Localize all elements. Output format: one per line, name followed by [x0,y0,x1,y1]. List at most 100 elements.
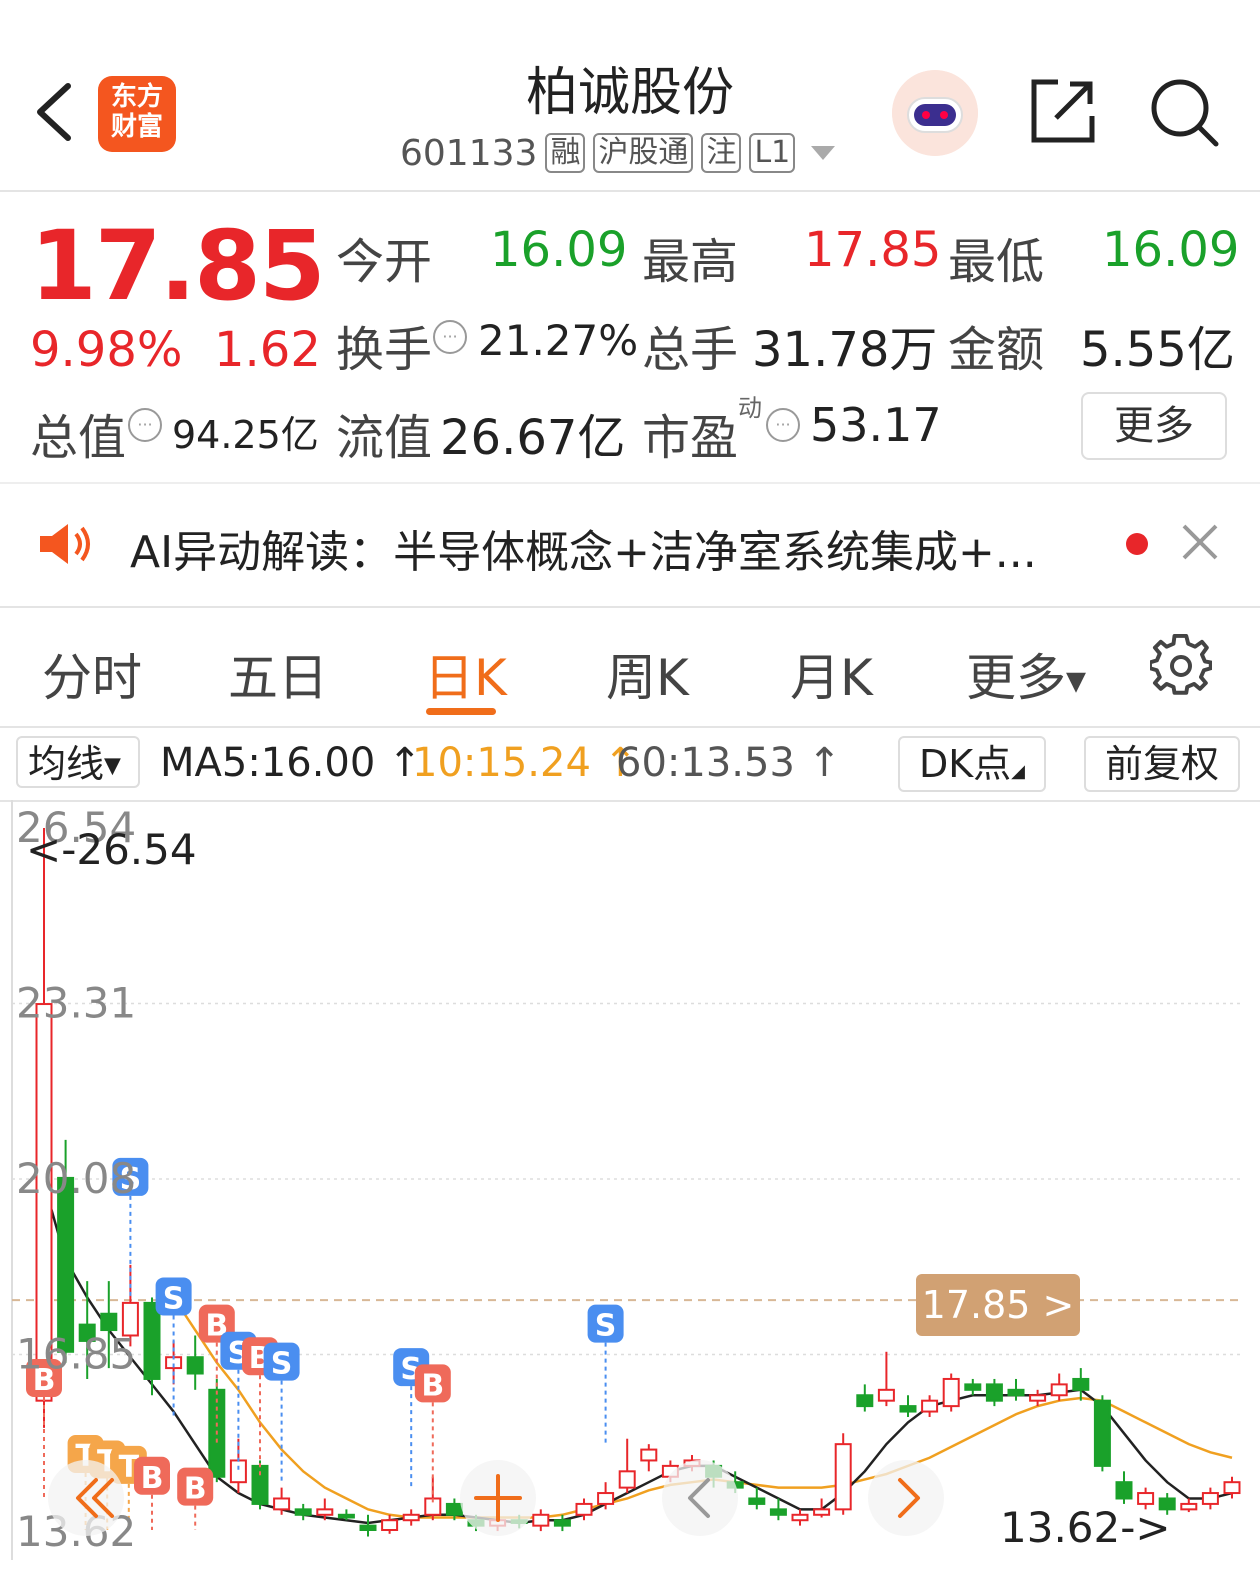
candle-body [575,1502,593,1516]
candle [985,1378,1003,1407]
tab-five-day[interactable]: 五日 [228,638,328,710]
marker-label: S [595,1309,617,1344]
ma-selector[interactable]: 均线▼ [16,736,140,788]
logo-text-1: 东方 [110,82,163,112]
nav-button-bg [662,1460,738,1536]
candle-body [942,1377,960,1408]
open-label: 今开 [336,234,433,290]
candle-body [1180,1502,1198,1511]
chevron-left-icon[interactable] [662,1460,738,1536]
info-icon[interactable]: ··· [128,408,162,442]
crosshair-icon[interactable] [460,1460,536,1536]
adjust-button[interactable]: 前复权 [1084,736,1240,792]
candle [532,1509,550,1532]
turnover-label: 换手 [336,322,433,378]
mktcap-label: 总值 [30,410,127,466]
candle [359,1514,377,1537]
candle-body [1223,1481,1241,1495]
candle [964,1378,982,1396]
amount-label: 金额 [948,322,1045,378]
candle-body [1050,1383,1068,1397]
candle [294,1503,312,1521]
chevron-right-icon[interactable] [868,1460,944,1536]
min-annotation: 13.62-> [1000,1503,1171,1552]
candle-body [553,1519,571,1527]
info-icon[interactable]: ··· [433,320,467,354]
caret-down-icon: ▼ [1066,666,1086,697]
tab-intraday[interactable]: 分时 [42,638,142,710]
candle-body [381,1519,399,1532]
candle-body [640,1448,658,1462]
stock-code-row[interactable]: 601133 融 沪股通 注 L1 [400,130,836,176]
ma10-value: 10:15.24 ↑ [412,740,637,786]
candle-body [769,1508,787,1516]
candle [402,1509,420,1526]
marker-label: S [163,1281,185,1316]
double-left-icon[interactable] [48,1460,124,1536]
candle-body [1029,1394,1047,1402]
volume-label: 总手 [642,322,739,378]
ai-banner-text[interactable]: AI异动解读：半导体概念+洁净室系统集成+... [130,516,1090,580]
candle-body [402,1513,420,1522]
candle-body [1201,1492,1219,1505]
active-tab-indicator [426,708,496,715]
tag-connect: 沪股通 [593,133,694,173]
y-tick-label: 16.85 [16,1330,136,1379]
marker-B: B [177,1467,214,1530]
caret-down-icon: ▼ [104,753,121,779]
candle-body [57,1176,75,1353]
gear-icon[interactable] [1150,634,1212,696]
logo-text-2: 财富 [110,112,163,142]
more-quote-button[interactable]: 更多 [1081,392,1227,460]
candle [834,1433,852,1515]
candle-body [748,1497,766,1505]
tab-more[interactable]: 更多▼ [966,638,1086,710]
candle-body [229,1459,247,1484]
chevron-left-icon[interactable] [28,78,98,148]
share-icon[interactable] [1028,76,1098,146]
open-value: 16.09 [490,222,628,278]
candle-body [186,1356,204,1375]
up-arrow-icon: ↑ [807,740,842,786]
candle [1007,1378,1025,1401]
tab-daily-k[interactable]: 日K [424,638,507,710]
tab-monthly-k[interactable]: 月K [790,638,873,710]
ma-selector-label: 均线 [28,742,105,786]
high-label: 最高 [642,234,739,290]
marker-label: B [141,1461,164,1496]
candle-body [1072,1377,1090,1391]
kline-chart[interactable]: SSBSBSBTTTBBSBS 26.5423.3120.0816.8513.6… [0,800,1260,1578]
nav-button-bg [868,1460,944,1536]
candle [1201,1487,1219,1510]
close-icon[interactable] [1180,522,1220,562]
marker-S: S [587,1304,624,1445]
y-tick-label: 20.08 [16,1154,136,1203]
search-icon[interactable] [1148,76,1220,148]
candle [1072,1368,1090,1401]
candle-body [985,1383,1003,1402]
ai-robot-icon[interactable] [892,70,978,156]
candle-body [856,1394,874,1408]
tab-more-label: 更多 [966,649,1066,707]
candle-body [143,1301,161,1380]
tab-weekly-k[interactable]: 周K [606,638,689,710]
candle-body [597,1492,615,1505]
candle [899,1395,917,1417]
dk-point-button[interactable]: DK点◢ [898,736,1046,792]
candle [942,1373,960,1412]
candle-body [813,1508,831,1516]
candle [618,1438,636,1494]
candle [1115,1471,1133,1504]
amount-value: 5.55亿 [1080,322,1235,378]
marker-label: B [184,1472,207,1507]
app-logo[interactable]: 东方 财富 [98,76,176,152]
pe-label: 市盈 [642,410,739,466]
candle-body [834,1443,852,1511]
nav-button-bg [48,1460,124,1536]
stock-code: 601133 [400,132,538,174]
float-value: 26.67亿 [440,410,626,466]
info-icon[interactable]: ··· [766,408,800,442]
candle-body [337,1513,355,1519]
candle-body [1093,1399,1111,1467]
candles [35,828,1241,1537]
